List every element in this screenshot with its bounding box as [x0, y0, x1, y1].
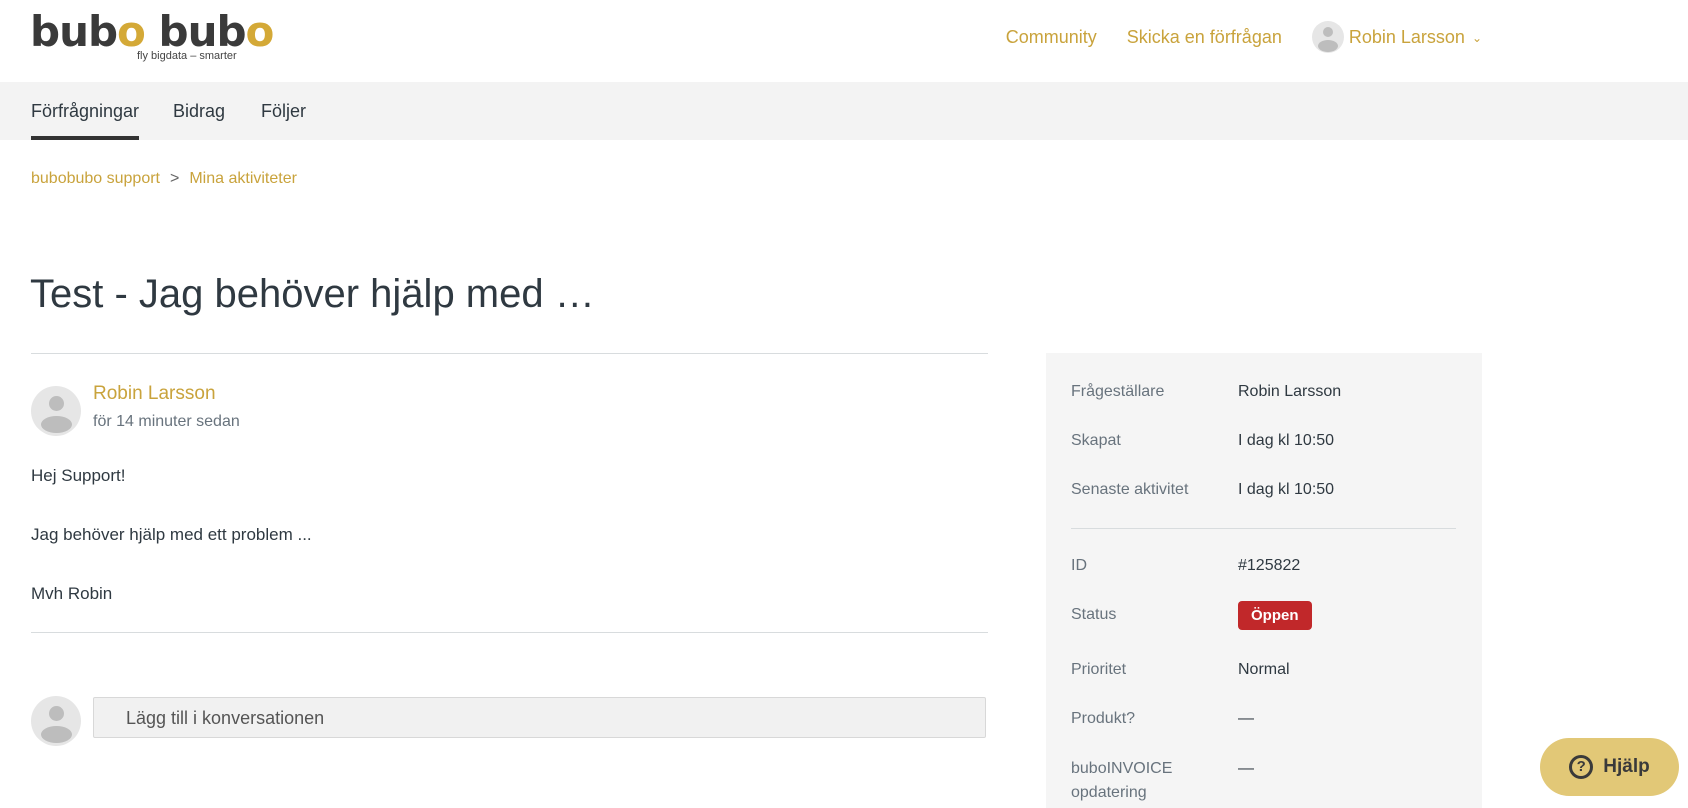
- question-circle-icon: ?: [1569, 755, 1594, 779]
- divider: [31, 353, 988, 354]
- sidebar-divider: [1071, 528, 1456, 529]
- tab-contributions[interactable]: Bidrag: [173, 82, 225, 140]
- reply-placeholder: Lägg till i konversationen: [126, 708, 325, 728]
- logo-wordmark: bubo bubo: [30, 7, 274, 56]
- chevron-down-icon: ⌄: [1471, 31, 1482, 45]
- help-label: Hjälp: [1603, 756, 1650, 777]
- sub-nav: Förfrågningar Bidrag Följer: [0, 82, 1688, 140]
- request-details-sidebar: Frågeställare Robin Larsson Skapat I dag…: [1046, 353, 1482, 808]
- tab-following[interactable]: Följer: [261, 82, 306, 140]
- reply-avatar-icon: [31, 696, 81, 746]
- nav-community-link[interactable]: Community: [1006, 27, 1097, 48]
- author-name-link[interactable]: Robin Larsson: [93, 383, 216, 405]
- page-title: Test - Jag behöver hjälp med …: [30, 272, 595, 316]
- comment-timestamp: för 14 minuter sedan: [93, 413, 240, 430]
- top-nav: Community Skicka en förfrågan Robin Lars…: [976, 21, 1482, 53]
- help-button[interactable]: ? Hjälp: [1540, 738, 1679, 796]
- nav-submit-request-link[interactable]: Skicka en förfrågan: [1127, 27, 1282, 48]
- user-avatar-icon: [1311, 21, 1344, 53]
- site-header: bubo bubo fly bigdata – smarter Communit…: [0, 0, 1688, 82]
- status-badge: Öppen: [1238, 601, 1312, 630]
- author-avatar-icon: [31, 386, 81, 436]
- breadcrumb-item-activities[interactable]: Mina aktiviteter: [189, 170, 297, 187]
- user-menu[interactable]: Robin Larsson ⌄: [1311, 21, 1482, 53]
- logo[interactable]: bubo bubo fly bigdata – smarter: [30, 7, 274, 66]
- tab-requests[interactable]: Förfrågningar: [31, 82, 140, 140]
- breadcrumb-item-support[interactable]: bubobubo support: [31, 170, 160, 187]
- logo-tagline: fly bigdata – smarter: [137, 50, 237, 62]
- comment-body-line: Mvh Robin: [31, 584, 113, 603]
- user-name: Robin Larsson: [1348, 26, 1465, 47]
- comment-body-line: Jag behöver hjälp med ett problem ...: [31, 525, 312, 544]
- comment-body-line: Hej Support!: [31, 466, 126, 485]
- reply-input[interactable]: Lägg till i konversationen: [93, 697, 986, 738]
- divider: [31, 632, 988, 633]
- breadcrumb-separator: >: [170, 170, 180, 187]
- breadcrumb: bubobubo support > Mina aktiviteter: [31, 170, 297, 188]
